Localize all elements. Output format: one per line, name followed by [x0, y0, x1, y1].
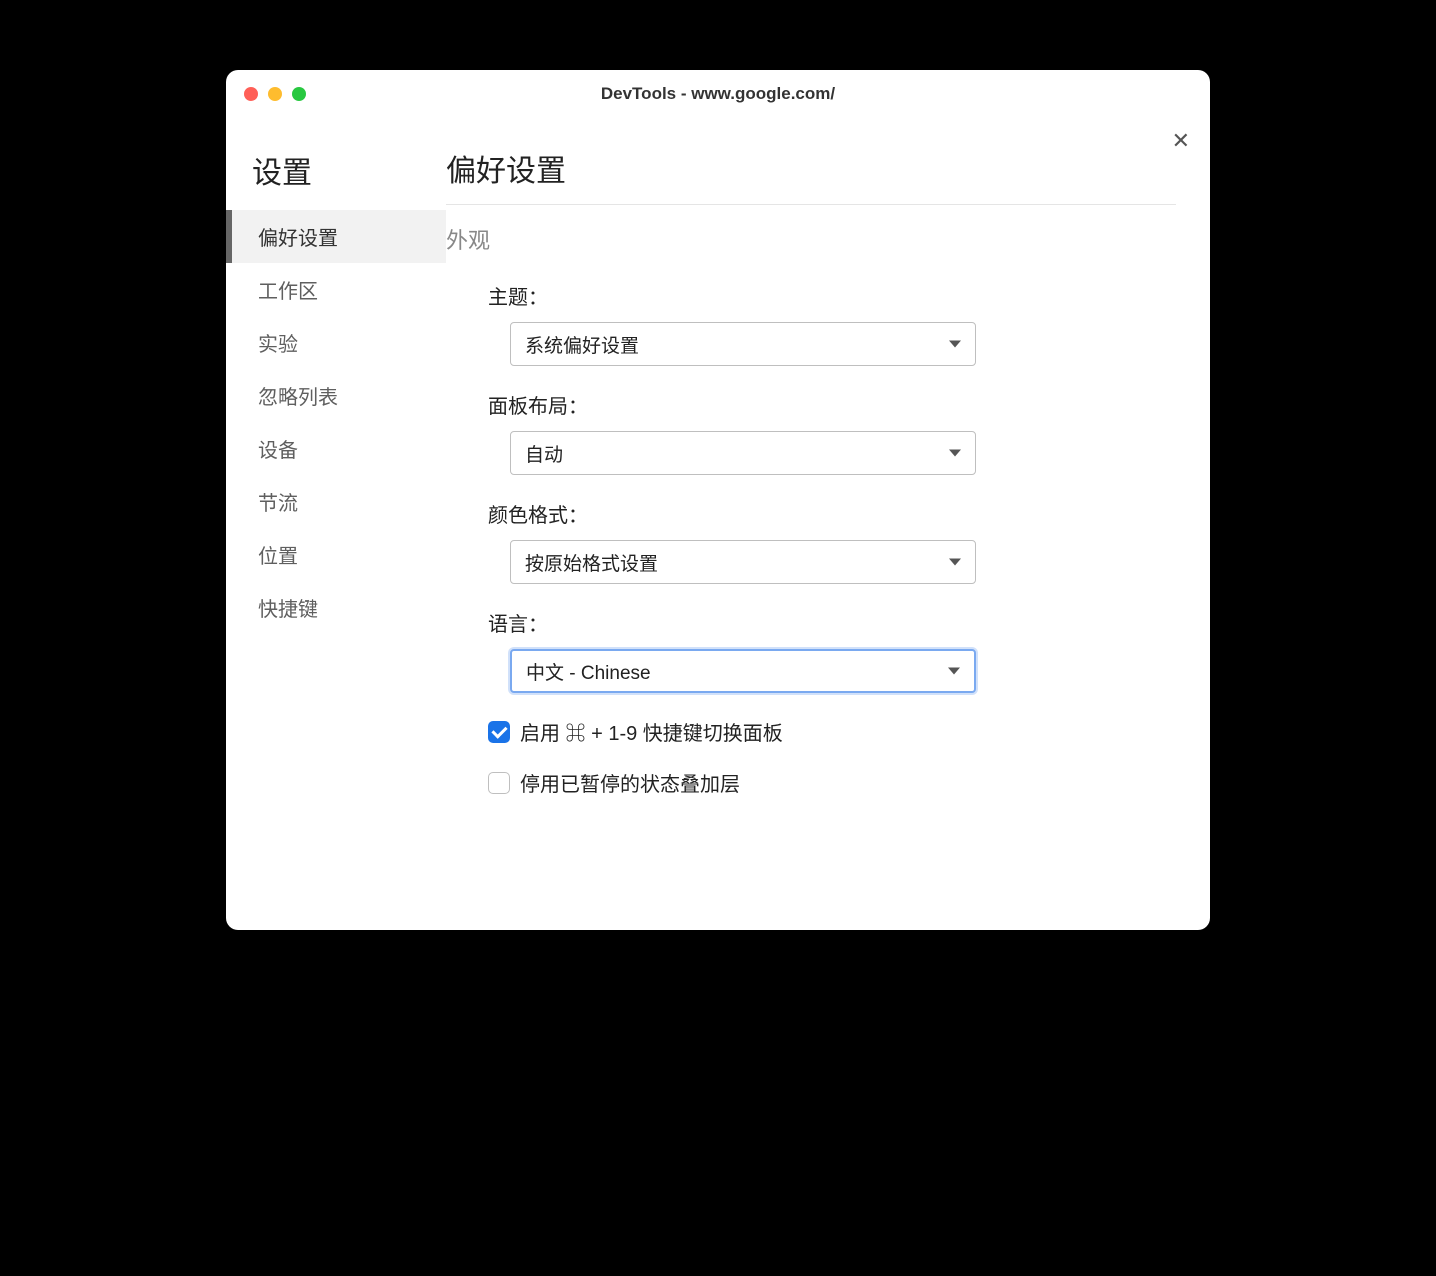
language-field: 语言： 中文 - Chinese [488, 608, 1176, 693]
section-appearance-title: 外观 [446, 223, 1176, 255]
sidebar-item-label: 忽略列表 [258, 387, 338, 409]
sidebar-item-label: 实验 [258, 334, 298, 356]
panel-layout-select-value: 自动 [525, 440, 563, 467]
chevron-down-icon [949, 341, 961, 348]
sidebar-item-label: 偏好设置 [258, 228, 338, 250]
theme-select-value: 系统偏好设置 [525, 331, 639, 358]
language-select[interactable]: 中文 - Chinese [510, 649, 976, 693]
sidebar-item-workspace[interactable]: 工作区 [226, 263, 446, 316]
panel-layout-label: 面板布局： [488, 390, 1176, 419]
sidebar-item-preferences[interactable]: 偏好设置 [226, 210, 446, 263]
panel-layout-select[interactable]: 自动 [510, 431, 976, 475]
enable-shortcut-checkbox[interactable] [488, 721, 510, 743]
theme-select[interactable]: 系统偏好设置 [510, 322, 976, 366]
sidebar-item-label: 节流 [258, 493, 298, 515]
language-select-value: 中文 - Chinese [526, 658, 651, 685]
chevron-down-icon [948, 668, 960, 675]
settings-main: 偏好设置 外观 主题： 系统偏好设置 面板布局： 自动 [446, 118, 1210, 930]
panel-layout-field: 面板布局： 自动 [488, 390, 1176, 475]
window-body: ✕ 设置 偏好设置 工作区 实验 忽略列表 设备 节流 位置 [226, 118, 1210, 930]
color-format-label: 颜色格式： [488, 499, 1176, 528]
color-format-select[interactable]: 按原始格式设置 [510, 540, 976, 584]
chevron-down-icon [949, 559, 961, 566]
sidebar-item-devices[interactable]: 设备 [226, 422, 446, 475]
sidebar-title: 设置 [226, 148, 446, 210]
settings-sidebar: 设置 偏好设置 工作区 实验 忽略列表 设备 节流 位置 快捷 [226, 118, 446, 930]
devtools-settings-window: DevTools - www.google.com/ ✕ 设置 偏好设置 工作区… [226, 70, 1210, 930]
window-titlebar: DevTools - www.google.com/ [226, 70, 1210, 118]
sidebar-item-throttling[interactable]: 节流 [226, 475, 446, 528]
sidebar-item-label: 设备 [258, 440, 298, 462]
page-title: 偏好设置 [446, 146, 1176, 205]
disable-overlay-label: 停用已暂停的状态叠加层 [520, 768, 740, 797]
disable-overlay-checkbox[interactable] [488, 772, 510, 794]
enable-shortcut-label: 启用 ⌘ + 1-9 快捷键切换面板 [520, 717, 783, 746]
traffic-lights [226, 87, 306, 101]
enable-shortcut-row: 启用 ⌘ + 1-9 快捷键切换面板 [488, 717, 1176, 746]
sidebar-item-locations[interactable]: 位置 [226, 528, 446, 581]
window-title: DevTools - www.google.com/ [226, 84, 1210, 104]
sidebar-item-experiments[interactable]: 实验 [226, 316, 446, 369]
sidebar-item-shortcuts[interactable]: 快捷键 [226, 581, 446, 634]
sidebar-item-label: 快捷键 [258, 599, 318, 621]
sidebar-item-label: 工作区 [258, 281, 318, 303]
theme-field: 主题： 系统偏好设置 [488, 281, 1176, 366]
color-format-select-value: 按原始格式设置 [525, 549, 658, 576]
close-window-button[interactable] [244, 87, 258, 101]
sidebar-item-label: 位置 [258, 546, 298, 568]
close-icon[interactable]: ✕ [1172, 130, 1190, 152]
color-format-field: 颜色格式： 按原始格式设置 [488, 499, 1176, 584]
minimize-window-button[interactable] [268, 87, 282, 101]
theme-label: 主题： [488, 281, 1176, 310]
language-label: 语言： [488, 608, 1176, 637]
maximize-window-button[interactable] [292, 87, 306, 101]
disable-overlay-row: 停用已暂停的状态叠加层 [488, 768, 1176, 797]
chevron-down-icon [949, 450, 961, 457]
sidebar-item-ignore-list[interactable]: 忽略列表 [226, 369, 446, 422]
